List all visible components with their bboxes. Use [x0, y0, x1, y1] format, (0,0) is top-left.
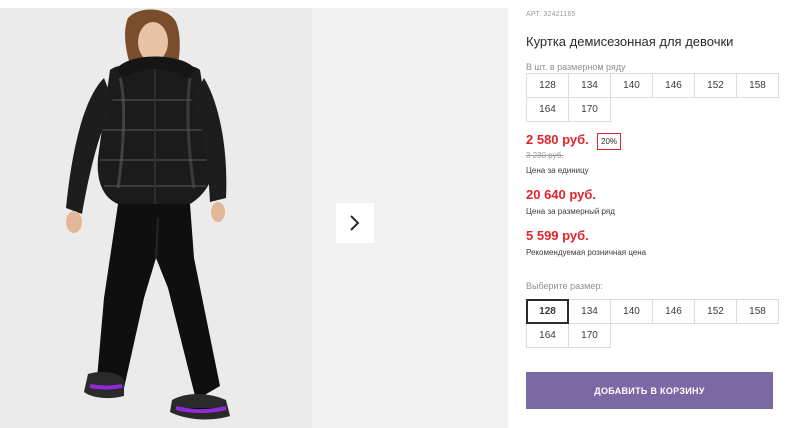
- row-price-caption: Цена за размерный ряд: [526, 207, 615, 216]
- size-option-158[interactable]: 158: [736, 299, 779, 324]
- old-price: 3 230 руб.: [526, 151, 564, 160]
- unit-price-caption: Цена за единицу: [526, 166, 589, 175]
- discount-badge: 20%: [597, 133, 622, 150]
- size-option-164[interactable]: 164: [526, 323, 569, 348]
- size-row-grid: 128 134 140 146 152 158 164 170: [526, 73, 779, 122]
- product-title: Куртка демисезонная для девочки: [526, 34, 734, 49]
- size-option-170[interactable]: 170: [568, 323, 611, 348]
- size-select-grid: 128 134 140 146 152 158 164 170: [526, 299, 779, 348]
- product-sku: АРТ. 32421165: [526, 11, 576, 18]
- product-gallery: [0, 8, 508, 428]
- retail-price-caption: Рекомендуемая розничная цена: [526, 248, 647, 257]
- size-row-cell-146: 146: [652, 73, 695, 98]
- unit-price: 2 580 руб.: [526, 132, 589, 147]
- size-row-cell-134: 134: [568, 73, 611, 98]
- size-option-146[interactable]: 146: [652, 299, 695, 324]
- size-option-152[interactable]: 152: [694, 299, 737, 324]
- size-row-cell-158: 158: [736, 73, 779, 98]
- size-option-140[interactable]: 140: [610, 299, 653, 324]
- product-photo-illustration: [0, 8, 312, 428]
- size-row-label: В шт. в размерном ряду: [526, 62, 626, 72]
- size-row-cell-140: 140: [610, 73, 653, 98]
- size-row-cell-170: 170: [568, 97, 611, 122]
- size-row-cell-152: 152: [694, 73, 737, 98]
- size-row-cell-164: 164: [526, 97, 569, 122]
- size-row-cell-128: 128: [526, 73, 569, 98]
- row-price: 20 640 руб.: [526, 187, 597, 202]
- add-to-cart-button[interactable]: ДОБАВИТЬ В КОРЗИНУ: [526, 372, 773, 409]
- gallery-next-button[interactable]: [336, 203, 374, 243]
- product-photo[interactable]: [0, 8, 312, 428]
- size-option-128[interactable]: 128: [526, 299, 569, 324]
- retail-price: 5 599 руб.: [526, 228, 589, 243]
- size-select-label: Выберите размер:: [526, 281, 603, 291]
- chevron-right-icon: [350, 215, 360, 231]
- size-option-134[interactable]: 134: [568, 299, 611, 324]
